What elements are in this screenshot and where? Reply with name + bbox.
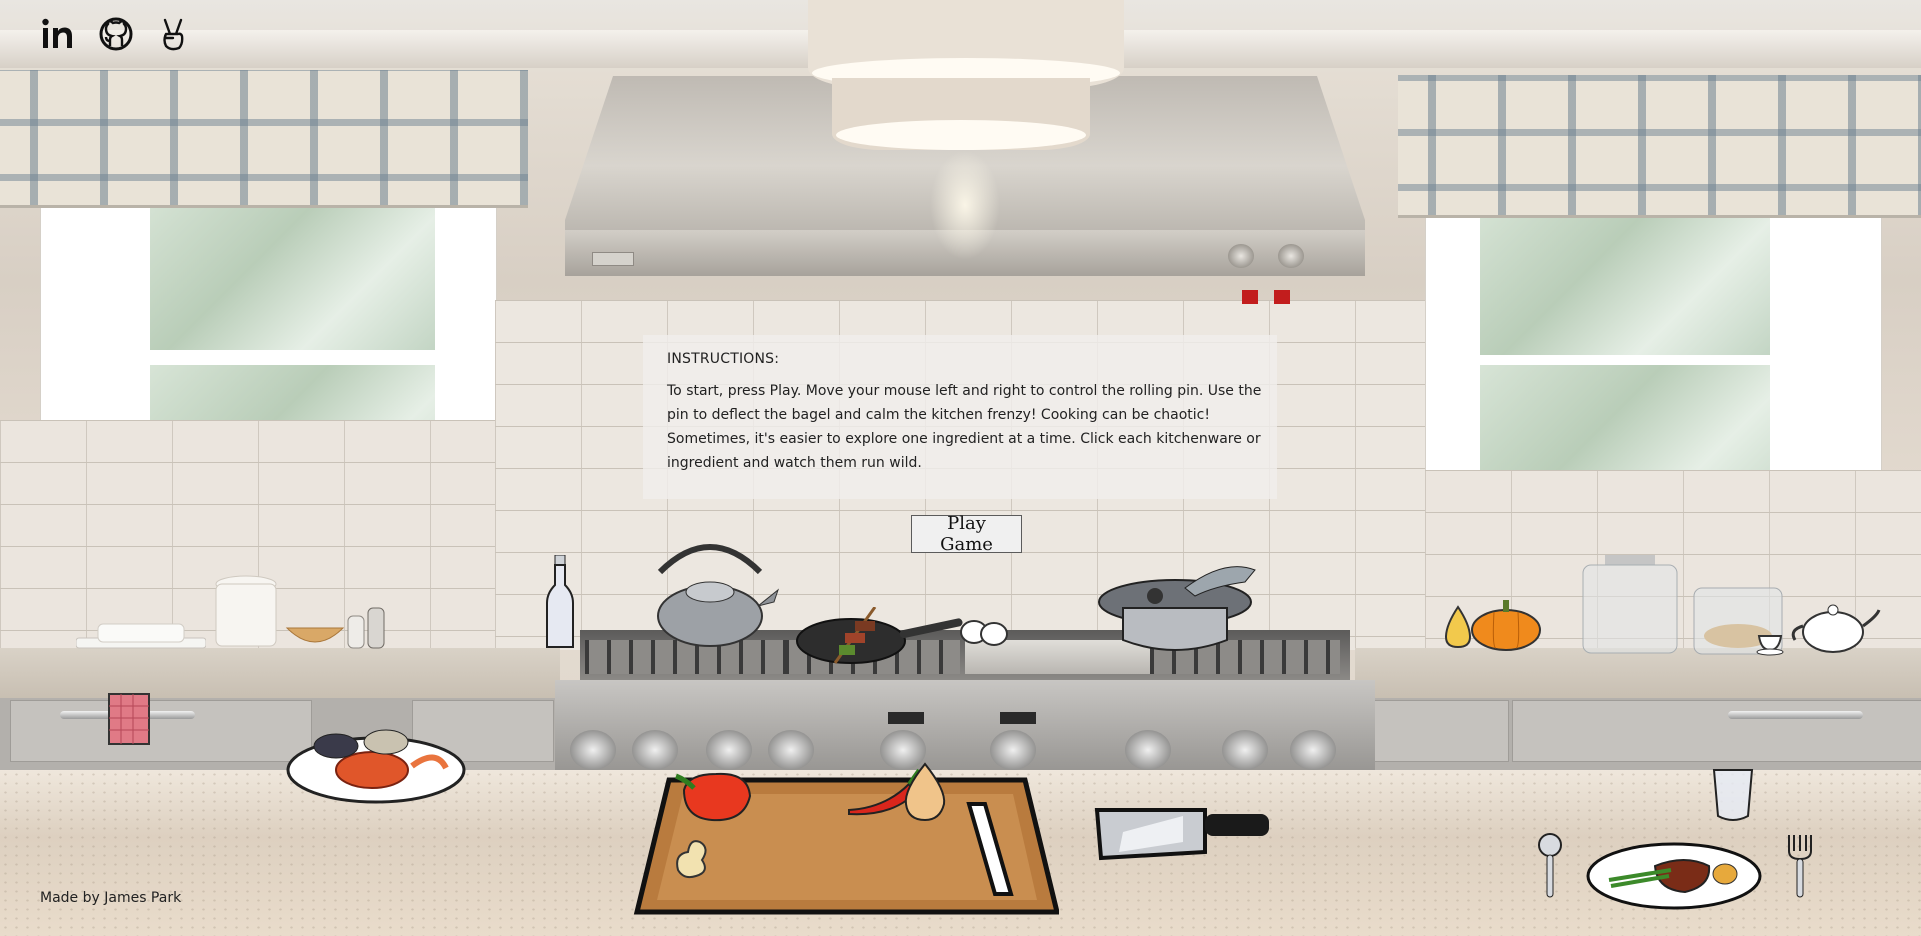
teapot[interactable]: [1785, 596, 1881, 656]
author-credit: Made by James Park: [40, 890, 182, 906]
peace-hand-icon[interactable]: [155, 16, 191, 52]
hood-logo: [592, 252, 634, 266]
hood-knob: [1278, 244, 1304, 268]
drawer-handle: [1728, 711, 1863, 719]
stove-knob: [990, 730, 1036, 770]
instructions-panel: INSTRUCTIONS: To start, press Play. Move…: [643, 335, 1277, 499]
stove-knob: [570, 730, 616, 770]
stove-knob: [632, 730, 678, 770]
spoon[interactable]: [1535, 833, 1565, 899]
play-game-button[interactable]: Play Game: [911, 513, 1022, 555]
pumpkin[interactable]: [1470, 598, 1542, 652]
oven-display: [888, 712, 924, 724]
butter-dish: [75, 622, 207, 650]
stove-knob: [706, 730, 752, 770]
dish-towel[interactable]: [105, 690, 153, 748]
oven-display: [1000, 712, 1036, 724]
glass-jar: [1575, 555, 1685, 655]
right-window-glass-top: [1480, 200, 1770, 355]
hood-knob: [1228, 244, 1254, 268]
ginger[interactable]: [670, 834, 714, 880]
salt-pepper-shakers: [344, 606, 390, 650]
stove-knob: [1290, 730, 1336, 770]
hood-indicator: [1242, 290, 1258, 304]
fork[interactable]: [1785, 833, 1815, 899]
eggs[interactable]: [958, 616, 1013, 646]
instructions-text: To start, press Play. Move your mouse le…: [667, 383, 1262, 471]
red-bell-pepper[interactable]: [672, 766, 758, 824]
canister: [210, 574, 282, 650]
stove-knob: [1125, 730, 1171, 770]
drawer: [1372, 700, 1509, 762]
fish-pot[interactable]: [1095, 560, 1275, 655]
water-glass[interactable]: [1710, 766, 1756, 824]
right-valance: [1398, 75, 1921, 218]
github-icon[interactable]: [98, 16, 134, 52]
light-glow: [930, 150, 1000, 260]
onion[interactable]: [900, 760, 950, 824]
steak-plate[interactable]: [1585, 840, 1763, 910]
wooden-bowl: [285, 622, 345, 650]
drawer: [10, 700, 312, 762]
stove-knob: [1222, 730, 1268, 770]
left-window-glass-top: [150, 190, 435, 350]
back-counter-left: [0, 648, 560, 698]
hood-indicator: [1274, 290, 1290, 304]
pendant-lamp-lower-light: [836, 120, 1086, 150]
kitchen-scene: INSTRUCTIONS: To start, press Play. Move…: [0, 0, 1921, 936]
cleaver[interactable]: [1093, 802, 1273, 862]
glass-bottle[interactable]: [543, 554, 577, 651]
drawer: [1512, 700, 1921, 762]
frying-pan-with-skewer[interactable]: [795, 606, 965, 665]
kettle[interactable]: [640, 532, 780, 647]
linkedin-icon[interactable]: [40, 16, 76, 52]
left-valance: [0, 70, 528, 208]
seafood-platter[interactable]: [286, 718, 466, 804]
stove-knob: [768, 730, 814, 770]
instructions-title: INSTRUCTIONS:: [667, 351, 780, 367]
teacup[interactable]: [1755, 632, 1787, 656]
